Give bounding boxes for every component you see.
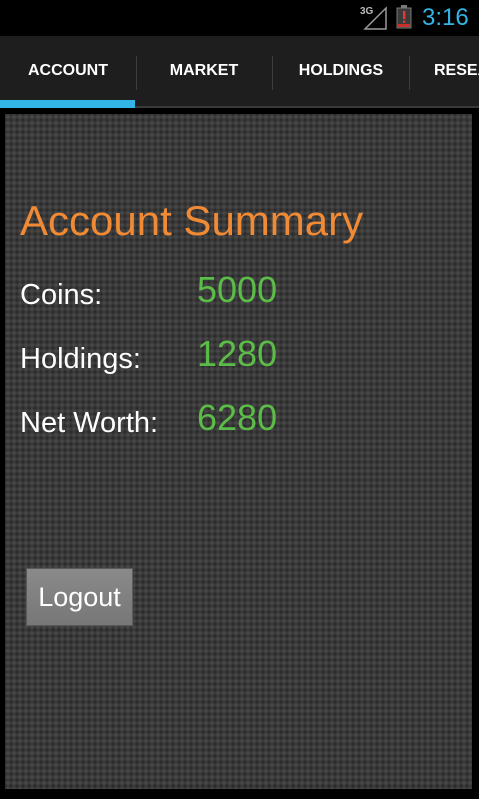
network-type-label: 3G	[360, 6, 374, 17]
tab-research[interactable]: RESEA	[410, 36, 479, 106]
bottom-edge	[0, 789, 479, 799]
coins-value: 5000	[197, 269, 278, 310]
account-summary-panel: Account Summary Coins: 5000 Holdings: 12…	[5, 114, 472, 789]
tab-account[interactable]: ACCOUNT	[0, 36, 136, 106]
tab-holdings[interactable]: HOLDINGS	[273, 36, 409, 106]
tab-market[interactable]: MARKET	[136, 36, 272, 106]
status-clock: 3:16	[422, 4, 469, 31]
logout-button[interactable]: Logout	[26, 568, 133, 626]
tab-bar: ACCOUNT MARKET HOLDINGS RESEA	[0, 36, 479, 108]
net-worth-value: 6280	[197, 397, 278, 438]
net-worth-label: Net Worth:	[20, 407, 159, 439]
selected-tab-indicator	[0, 100, 135, 108]
coins-label: Coins:	[20, 279, 103, 311]
battery-low-icon	[396, 5, 412, 29]
page-title: Account Summary	[20, 197, 364, 244]
holdings-label: Holdings:	[20, 343, 141, 375]
signal-3g-icon: 3G	[360, 6, 387, 30]
tab-holdings-label: HOLDINGS	[298, 62, 384, 79]
tab-research-label: RESEA	[434, 62, 479, 79]
tab-market-label: MARKET	[169, 62, 239, 79]
tab-account-label: ACCOUNT	[28, 62, 108, 79]
holdings-value: 1280	[197, 333, 278, 374]
status-bar: 3G 3:16	[0, 0, 479, 36]
